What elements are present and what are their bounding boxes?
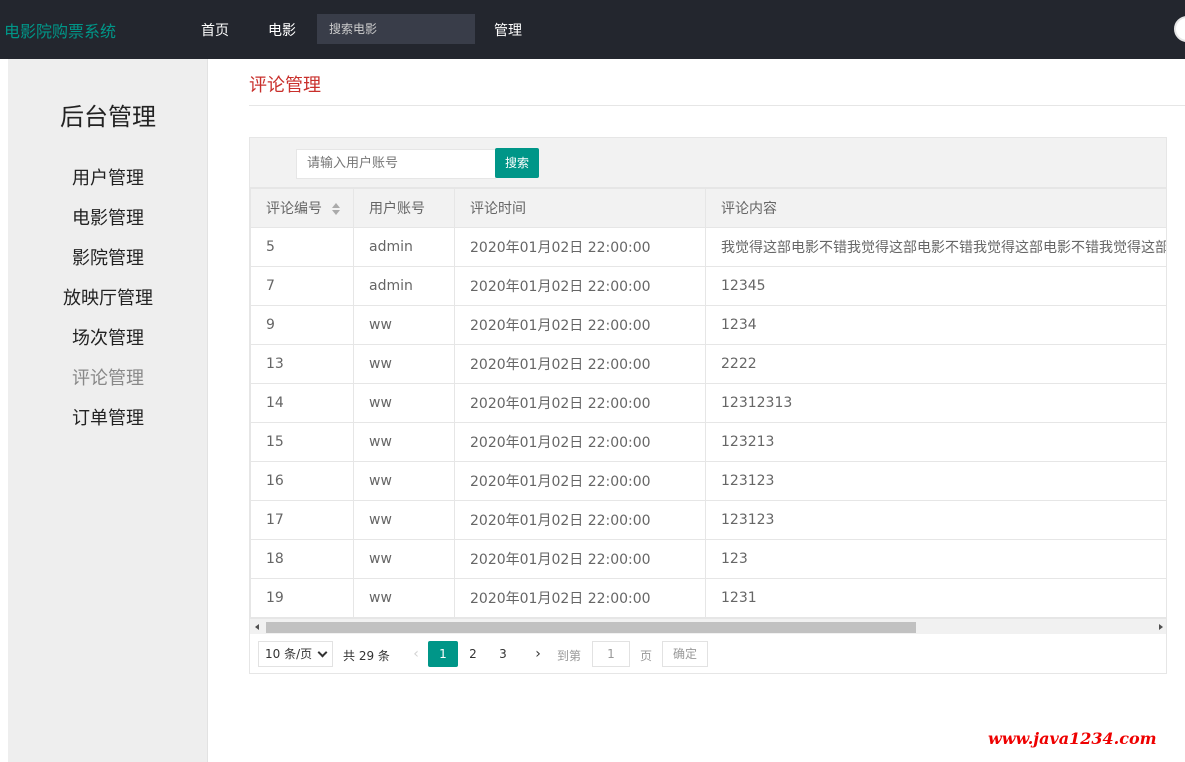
table-row: 19 ww 2020年01月02日 22:00:00 1231 [250, 578, 1166, 618]
nav-home[interactable]: 首页 [201, 20, 229, 40]
cell-content: 我觉得这部电影不错我觉得这部电影不错我觉得这部电影不错我觉得这部电影不错 [705, 227, 1166, 267]
cell-id: 15 [250, 422, 354, 462]
cell-content: 1234 [705, 305, 1166, 345]
cell-time: 2020年01月02日 22:00:00 [454, 422, 706, 462]
table-row: 14 ww 2020年01月02日 22:00:00 12312313 [250, 383, 1166, 423]
cell-id: 18 [250, 539, 354, 579]
table-row: 5 admin 2020年01月02日 22:00:00 我觉得这部电影不错我觉得这部… [250, 227, 1166, 267]
top-navbar: 电影院购票系统 首页 电影 搜索电影 管理 [0, 0, 1185, 59]
cell-content: 12312313 [705, 383, 1166, 423]
column-header-content: 评论内容 [705, 188, 1166, 228]
page-size-select[interactable]: 10 条/页 [258, 641, 333, 667]
cell-account: admin [353, 266, 455, 306]
page-button-2[interactable]: 2 [458, 641, 488, 667]
cell-time: 2020年01月02日 22:00:00 [454, 305, 706, 345]
cell-account: ww [353, 305, 455, 345]
brand-logo[interactable]: 电影院购票系统 [4, 18, 116, 42]
table-row: 18 ww 2020年01月02日 22:00:00 123 [250, 539, 1166, 579]
cell-time: 2020年01月02日 22:00:00 [454, 266, 706, 306]
cell-account: ww [353, 344, 455, 384]
table-row: 15 ww 2020年01月02日 22:00:00 123213 [250, 422, 1166, 462]
nav-movies[interactable]: 电影 [268, 20, 296, 40]
cell-time: 2020年01月02日 22:00:00 [454, 344, 706, 384]
sidebar-item-users[interactable]: 用户管理 [8, 164, 208, 190]
scroll-right-arrow-icon[interactable] [1159, 624, 1163, 630]
table-header-row: 评论编号 用户账号 评论时间 评论内容 [250, 188, 1166, 228]
cell-id: 17 [250, 500, 354, 540]
cell-account: ww [353, 539, 455, 579]
admin-sidebar: 后台管理 用户管理 电影管理 影院管理 放映厅管理 场次管理 评论管理 订单管理 [8, 59, 208, 762]
cell-account: ww [353, 500, 455, 540]
table-row: 17 ww 2020年01月02日 22:00:00 123123 [250, 500, 1166, 540]
cell-content: 123213 [705, 422, 1166, 462]
horizontal-scrollbar[interactable] [250, 618, 1166, 634]
total-count: 共 29 条 [343, 649, 390, 663]
column-header-account: 用户账号 [353, 188, 455, 228]
cell-account: ww [353, 578, 455, 618]
cell-id: 5 [250, 227, 354, 267]
cell-account: ww [353, 422, 455, 462]
watermark: www.java1234.com [988, 729, 1157, 748]
table-row: 9 ww 2020年01月02日 22:00:00 1234 [250, 305, 1166, 345]
cell-id: 14 [250, 383, 354, 423]
sort-icon[interactable] [332, 203, 340, 215]
table-row: 7 admin 2020年01月02日 22:00:00 12345 [250, 266, 1166, 306]
cell-time: 2020年01月02日 22:00:00 [454, 227, 706, 267]
cell-time: 2020年01月02日 22:00:00 [454, 578, 706, 618]
cell-id: 9 [250, 305, 354, 345]
column-header-time: 评论时间 [454, 188, 706, 228]
cell-content: 123123 [705, 461, 1166, 501]
cell-time: 2020年01月02日 22:00:00 [454, 500, 706, 540]
table-toolbar: 请输入用户账号 搜索 [250, 138, 1166, 188]
page-button-3[interactable]: 3 [488, 641, 518, 667]
search-button[interactable]: 搜索 [495, 148, 539, 178]
cell-id: 7 [250, 266, 354, 306]
cell-content: 1231 [705, 578, 1166, 618]
nav-admin[interactable]: 管理 [494, 20, 522, 40]
movie-search-input[interactable]: 搜索电影 [317, 14, 475, 44]
goto-label: 到第 [557, 649, 582, 663]
cell-id: 19 [250, 578, 354, 618]
cell-id: 13 [250, 344, 354, 384]
user-avatar[interactable] [1174, 16, 1185, 42]
table-row: 16 ww 2020年01月02日 22:00:00 123123 [250, 461, 1166, 501]
sidebar-item-halls[interactable]: 放映厅管理 [8, 284, 208, 310]
cell-time: 2020年01月02日 22:00:00 [454, 383, 706, 423]
page-title: 评论管理 [249, 75, 321, 96]
column-header-id[interactable]: 评论编号 [250, 188, 354, 228]
cell-content: 12345 [705, 266, 1166, 306]
title-divider [249, 105, 1185, 106]
scroll-left-arrow-icon[interactable] [255, 624, 259, 630]
goto-confirm-button[interactable]: 确定 [662, 641, 708, 667]
next-page-button[interactable]: › [528, 641, 548, 667]
cell-time: 2020年01月02日 22:00:00 [454, 539, 706, 579]
cell-account: ww [353, 383, 455, 423]
page-button-1[interactable]: 1 [428, 641, 458, 667]
cell-account: ww [353, 461, 455, 501]
comments-table: 评论编号 用户账号 评论时间 评论内容 5 admin 2020年01月02日 22… [250, 188, 1166, 618]
sidebar-title: 后台管理 [60, 103, 156, 131]
user-account-search-input[interactable]: 请输入用户账号 [296, 149, 496, 179]
sidebar-item-movies[interactable]: 电影管理 [8, 204, 208, 230]
cell-id: 16 [250, 461, 354, 501]
goto-page-input[interactable]: 1 [592, 641, 630, 667]
sidebar-item-cinemas[interactable]: 影院管理 [8, 244, 208, 270]
table-row: 13 ww 2020年01月02日 22:00:00 2222 [250, 344, 1166, 384]
prev-page-button[interactable]: ‹ [406, 641, 426, 667]
chevron-down-icon [317, 647, 328, 658]
sidebar-item-sessions[interactable]: 场次管理 [8, 324, 208, 350]
cell-time: 2020年01月02日 22:00:00 [454, 461, 706, 501]
cell-account: admin [353, 227, 455, 267]
sidebar-item-orders[interactable]: 订单管理 [8, 404, 208, 430]
page-label: 页 [640, 649, 653, 663]
scrollbar-thumb[interactable] [266, 622, 916, 633]
pagination: 10 条/页 共 29 条 ‹ 1 2 3 › 到第 1 页 确定 [250, 635, 1166, 673]
sidebar-item-comments[interactable]: 评论管理 [8, 364, 208, 390]
cell-content: 2222 [705, 344, 1166, 384]
cell-content: 123123 [705, 500, 1166, 540]
cell-content: 123 [705, 539, 1166, 579]
comments-table-panel: 请输入用户账号 搜索 评论编号 用户账号 评论时间 评论内容 5 admin 202… [249, 137, 1167, 674]
